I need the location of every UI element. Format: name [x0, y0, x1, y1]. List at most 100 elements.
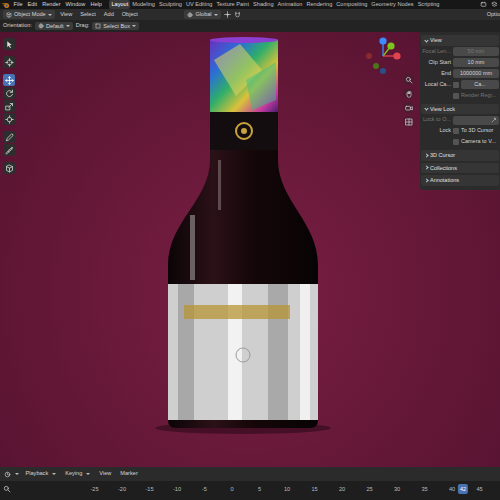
- menu-item[interactable]: Render: [40, 2, 63, 8]
- pivot-icon[interactable]: [224, 11, 231, 18]
- workspace-tab[interactable]: Modeling: [130, 0, 157, 9]
- 3d-cursor-icon: [5, 58, 14, 67]
- checkbox[interactable]: [453, 128, 459, 134]
- frame-tick: 25: [366, 487, 372, 493]
- tool-button[interactable]: [3, 38, 15, 50]
- timeline-menu-label: View: [99, 471, 111, 477]
- timeline-menu[interactable]: Playback: [23, 471, 59, 477]
- mode-dropdown[interactable]: Object Mode: [3, 10, 55, 19]
- transform-orientation-dropdown[interactable]: Global: [184, 10, 220, 19]
- move-icon: [5, 76, 14, 85]
- timeline-menu[interactable]: View: [97, 471, 114, 477]
- property-row: Render Regi...: [421, 91, 499, 101]
- section-header[interactable]: Collections: [421, 163, 499, 174]
- workspace-tab[interactable]: Compositing: [334, 0, 369, 9]
- workspace-tab[interactable]: Rendering: [304, 0, 334, 9]
- magnifier-icon[interactable]: [3, 485, 11, 493]
- property-label: End: [421, 71, 451, 77]
- editor-type-dropdown[interactable]: [4, 471, 19, 478]
- frame-tick: 10: [284, 487, 290, 493]
- section-title: Annotations: [430, 177, 459, 184]
- checkbox[interactable]: [453, 139, 459, 145]
- header-menu[interactable]: View: [58, 12, 75, 18]
- property-row: Camera to V...: [421, 137, 499, 147]
- tool-button[interactable]: [3, 74, 15, 86]
- dropdown-caret-icon: [86, 473, 90, 475]
- scene-icon[interactable]: [480, 1, 487, 8]
- checkbox-label[interactable]: To 3D Cursor: [461, 128, 493, 134]
- workspace-tab[interactable]: Layout: [109, 0, 130, 9]
- tool-button[interactable]: [3, 100, 15, 112]
- workspace-tab[interactable]: Scripting: [416, 0, 442, 9]
- chevron-icon[interactable]: [424, 178, 428, 182]
- dropdown-caret-icon: [15, 473, 19, 475]
- transform-icon: [5, 115, 14, 124]
- frame-tick: -20: [118, 487, 126, 493]
- chevron-icon[interactable]: [424, 166, 428, 170]
- section-header[interactable]: Annotations: [421, 175, 499, 186]
- chevron-icon[interactable]: [424, 38, 428, 42]
- eyedropper-icon[interactable]: [491, 117, 497, 123]
- menu-item[interactable]: Window: [63, 2, 88, 8]
- number-field[interactable]: 50 mm: [453, 47, 499, 57]
- tool-button[interactable]: [3, 162, 15, 174]
- workspace-tab[interactable]: UV Editing: [184, 0, 214, 9]
- blender-logo-icon[interactable]: [2, 1, 10, 9]
- tool-button[interactable]: [3, 87, 15, 99]
- measure-icon: [5, 146, 14, 155]
- tool-button[interactable]: [3, 113, 15, 125]
- nav-button[interactable]: [403, 116, 414, 127]
- navigation-gizmo[interactable]: [362, 35, 404, 77]
- layers-icon[interactable]: [491, 1, 498, 8]
- options-button[interactable]: Optio: [487, 12, 500, 18]
- checkbox[interactable]: [453, 93, 459, 99]
- timeline-menu[interactable]: Marker: [118, 471, 140, 477]
- timeline-ruler[interactable]: -25-20-15-10-505101520253035404542: [0, 481, 500, 500]
- drag-dropdown[interactable]: Select Box: [92, 22, 139, 31]
- tool-button[interactable]: [3, 144, 15, 156]
- checkbox-label[interactable]: Render Regi...: [461, 93, 496, 99]
- timeline-menu[interactable]: Keying: [63, 471, 93, 477]
- menu-item[interactable]: File: [11, 2, 25, 8]
- tool-button[interactable]: [3, 56, 15, 68]
- checkbox-label[interactable]: Camera to V...: [461, 139, 496, 145]
- header-menu[interactable]: Add: [101, 12, 116, 18]
- header-menu[interactable]: Select: [78, 12, 99, 18]
- snap-icon[interactable]: [234, 11, 241, 18]
- drag-label: Drag:: [76, 23, 90, 29]
- object-picker[interactable]: [453, 116, 499, 125]
- menu-item[interactable]: Edit: [25, 2, 40, 8]
- frame-tick: -25: [90, 487, 98, 493]
- menu-item[interactable]: Help: [88, 2, 105, 8]
- property-row: Lock to O...: [421, 115, 499, 125]
- orientation-dropdown[interactable]: Default: [35, 22, 73, 31]
- workspace-tab[interactable]: Texture Paint: [214, 0, 251, 9]
- chevron-icon[interactable]: [424, 107, 428, 111]
- frame-tick: 0: [230, 487, 233, 493]
- section-header[interactable]: View Lock: [421, 104, 499, 115]
- workspace-tab[interactable]: Animation: [276, 0, 305, 9]
- number-field[interactable]: 10 mm: [453, 58, 499, 68]
- viewport-3d[interactable]: ViewFocal Len...50 mmClip Start10 mmEnd1…: [0, 32, 500, 467]
- frame-tick: 35: [421, 487, 427, 493]
- number-field[interactable]: 1000000 mm: [453, 69, 499, 79]
- current-frame[interactable]: 42: [458, 484, 468, 494]
- property-label: Focal Len...: [421, 49, 451, 55]
- nav-button[interactable]: [403, 88, 414, 99]
- frame-tick: 15: [311, 487, 317, 493]
- number-field[interactable]: Ca...: [461, 80, 499, 90]
- header-menu[interactable]: Object: [119, 12, 140, 18]
- workspace-tab[interactable]: Shading: [251, 0, 276, 9]
- workspace-tab[interactable]: Sculpting: [157, 0, 184, 9]
- chevron-icon[interactable]: [424, 153, 428, 157]
- nav-button[interactable]: [403, 74, 414, 85]
- nav-button[interactable]: [403, 102, 414, 113]
- tool-button[interactable]: [3, 131, 15, 143]
- checkbox[interactable]: [453, 82, 459, 88]
- workspace-tab[interactable]: Geometry Nodes: [369, 0, 415, 9]
- section-header[interactable]: 3D Cursor: [421, 150, 499, 161]
- annotate-icon: [5, 133, 14, 142]
- section-header[interactable]: View: [421, 35, 499, 46]
- pan-hand-icon: [405, 90, 413, 98]
- scale-icon: [5, 102, 14, 111]
